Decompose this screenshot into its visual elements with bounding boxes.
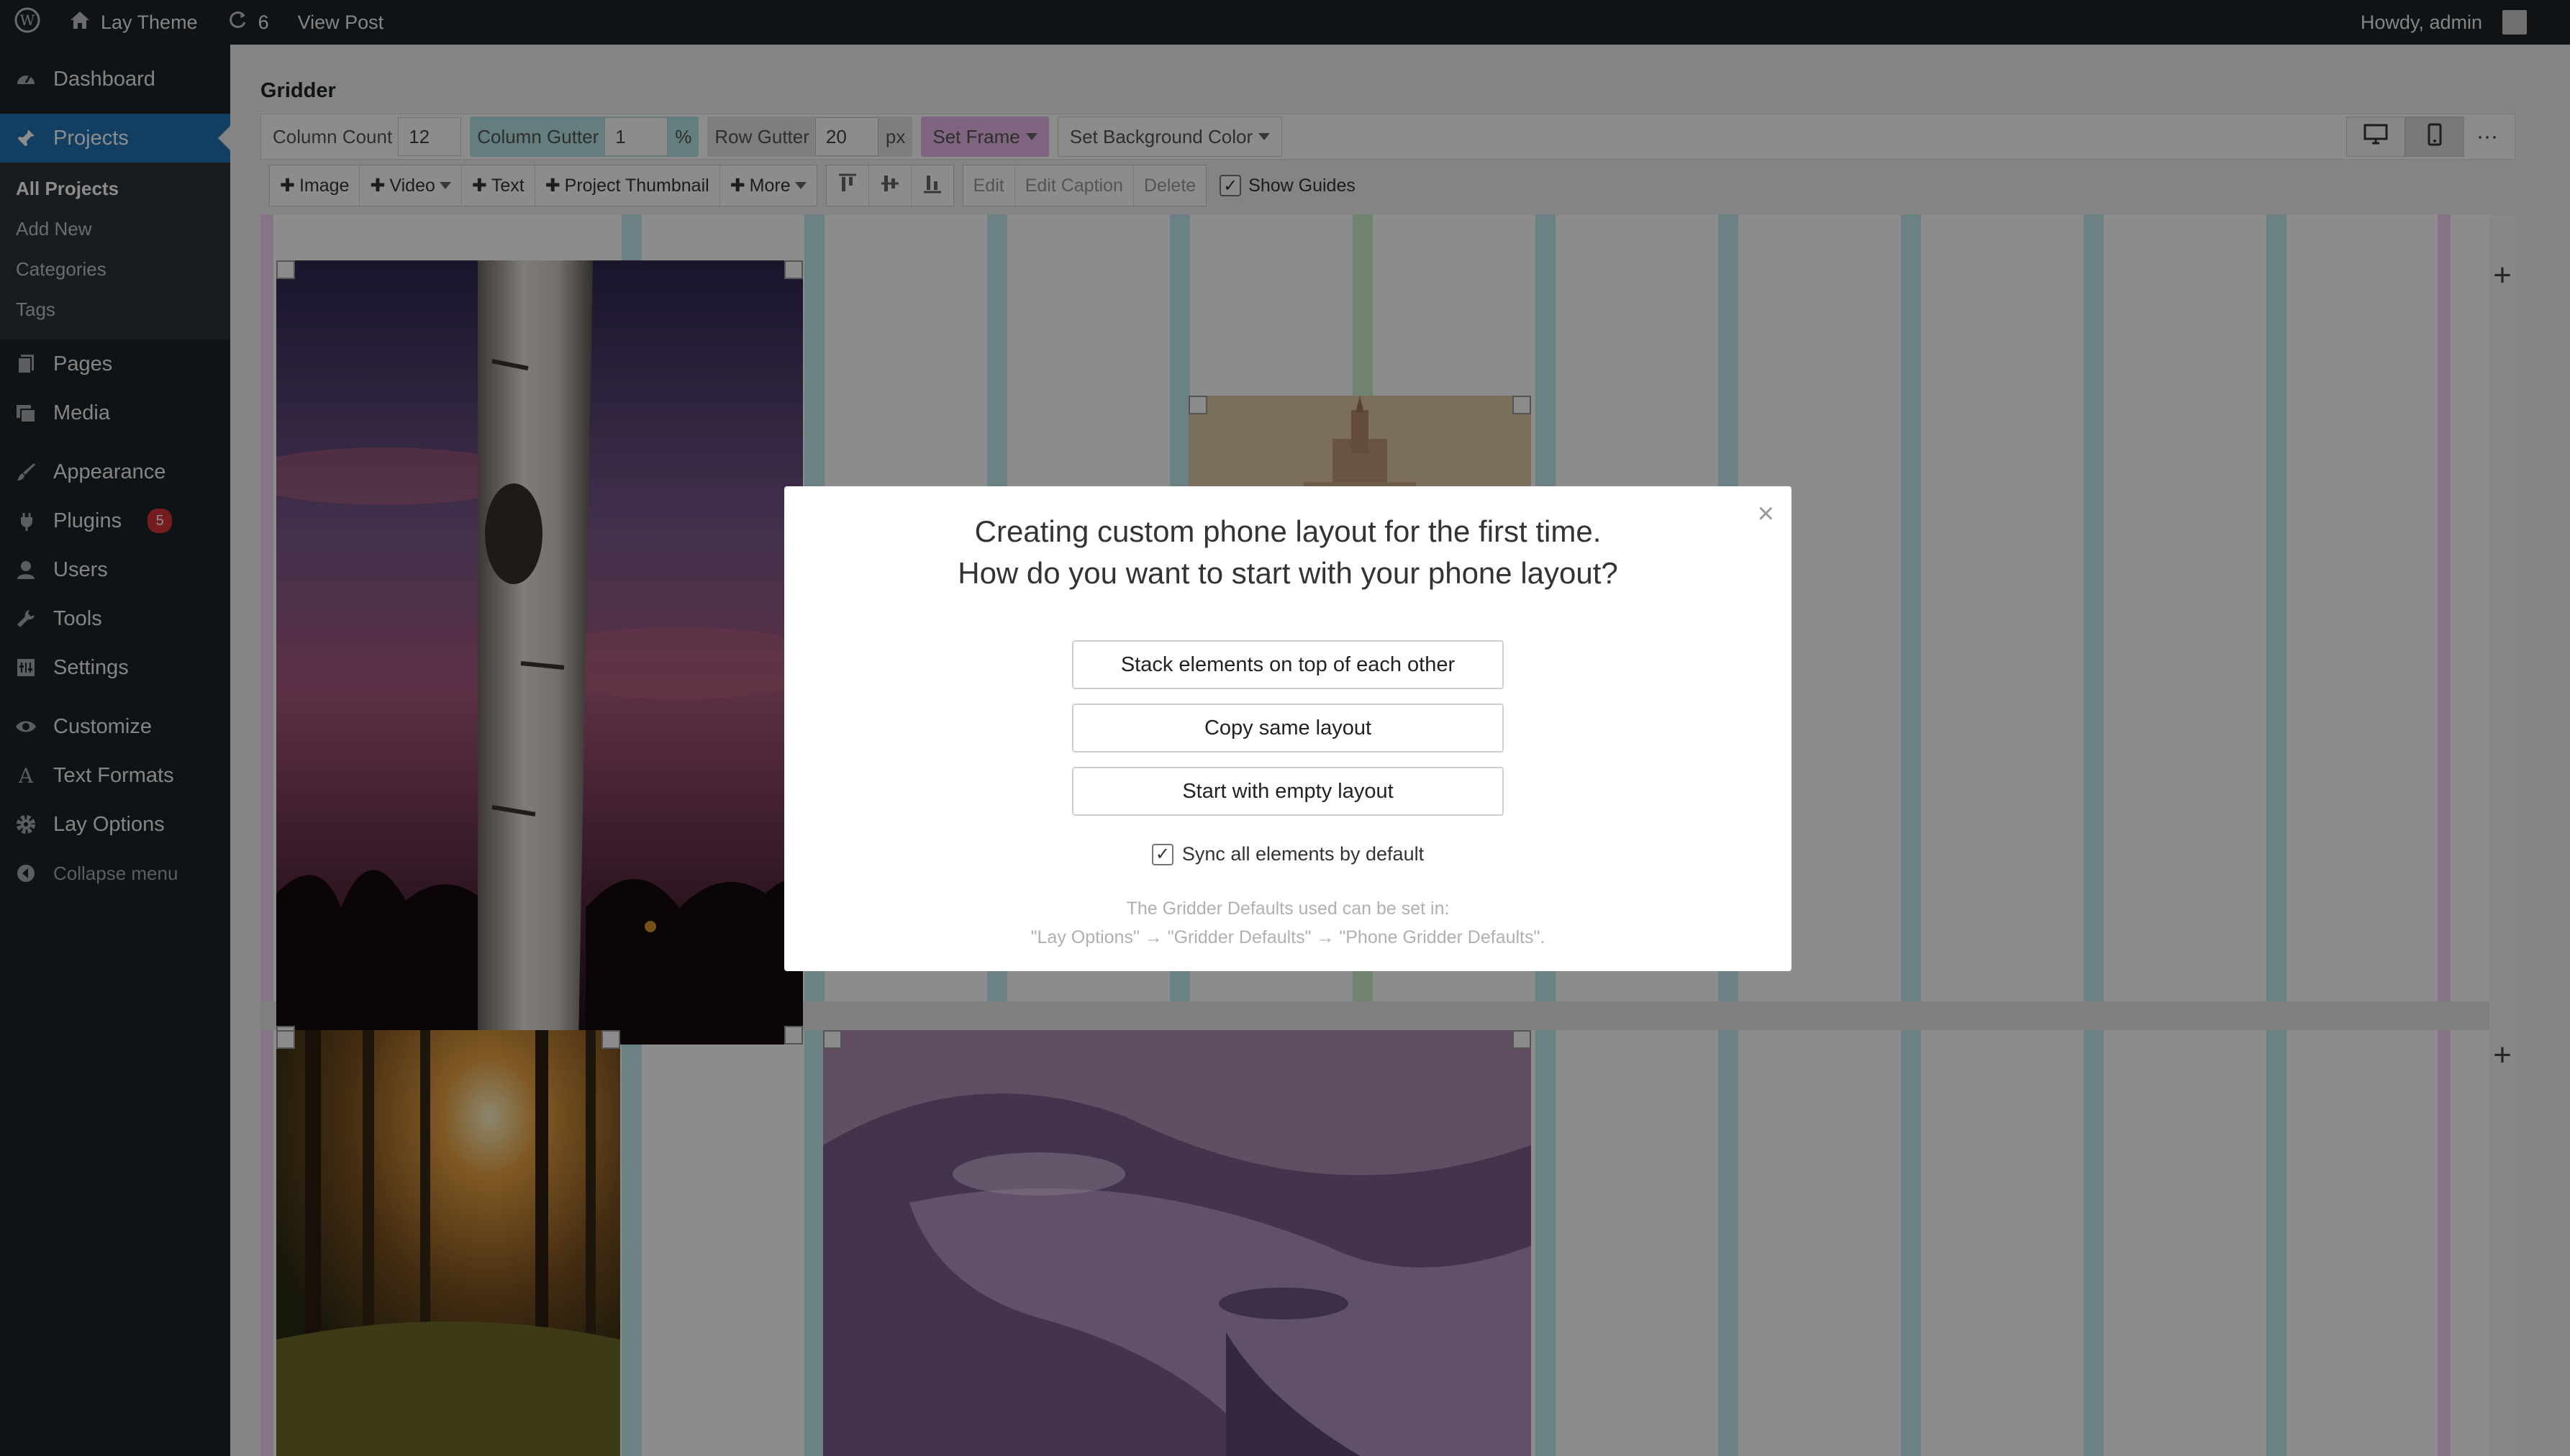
dialog-title: Creating custom phone layout for the fir… bbox=[784, 511, 1792, 594]
start-empty-layout-button[interactable]: Start with empty layout bbox=[1072, 767, 1504, 816]
gridder-defaults-note: The Gridder Defaults used can be set in:… bbox=[784, 894, 1792, 952]
sync-elements-toggle[interactable]: ✓ Sync all elements by default bbox=[784, 843, 1792, 865]
note-line-2: "Lay Options" → "Gridder Defaults" → "Ph… bbox=[1030, 927, 1545, 947]
sync-elements-label: Sync all elements by default bbox=[1181, 843, 1425, 865]
close-button[interactable]: × bbox=[1758, 498, 1774, 530]
sync-elements-checkbox[interactable]: ✓ bbox=[1151, 843, 1173, 865]
copy-same-layout-button[interactable]: Copy same layout bbox=[1072, 704, 1504, 752]
dialog-options: Stack elements on top of each other Copy… bbox=[784, 640, 1792, 816]
dialog-title-line-1: Creating custom phone layout for the fir… bbox=[974, 514, 1602, 548]
note-line-1: The Gridder Defaults used can be set in: bbox=[1126, 898, 1450, 919]
dialog-title-line-2: How do you want to start with your phone… bbox=[958, 556, 1618, 590]
close-icon: × bbox=[1757, 498, 1774, 529]
phone-layout-dialog: × Creating custom phone layout for the f… bbox=[784, 486, 1792, 971]
stack-elements-button[interactable]: Stack elements on top of each other bbox=[1072, 640, 1504, 689]
